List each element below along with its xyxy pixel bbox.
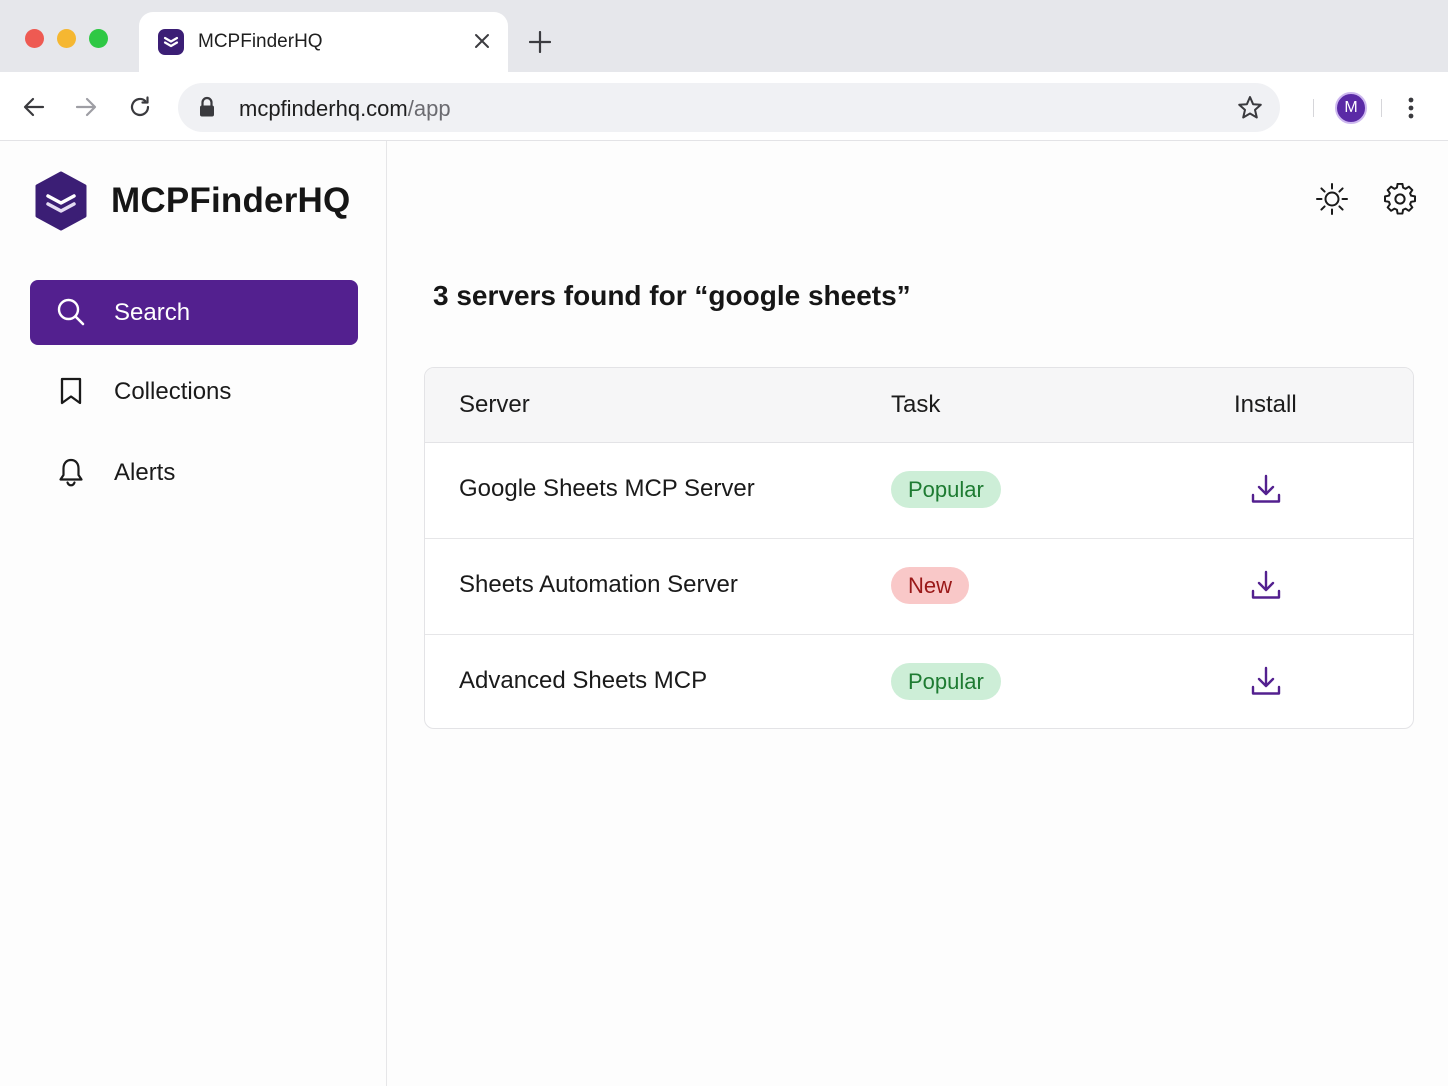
download-icon[interactable] (1247, 566, 1285, 604)
column-header-server: Server (459, 391, 530, 418)
plus-icon[interactable] (526, 28, 554, 56)
server-name: Google Sheets MCP Server (459, 475, 755, 502)
address-bar[interactable]: mcpfinderhq.com/app (178, 83, 1280, 132)
sidebar-item-search[interactable]: Search (30, 280, 358, 345)
sidebar-item-label: Search (114, 299, 191, 326)
star-icon[interactable] (1236, 94, 1264, 122)
tab-title: MCPFinderHQ (198, 31, 323, 52)
column-header-task: Task (891, 391, 941, 418)
toolbar-divider (1313, 99, 1314, 117)
download-icon[interactable] (1247, 662, 1285, 700)
url-path: /app (407, 96, 451, 121)
gear-icon[interactable] (1381, 180, 1419, 218)
lock-icon (198, 96, 216, 123)
table-header: Server Task Install (425, 368, 1413, 443)
sidebar-item-alerts[interactable]: Alerts (30, 440, 358, 505)
brand[interactable]: MCPFinderHQ (33, 171, 350, 231)
browser-tab[interactable]: MCPFinderHQ (139, 12, 508, 72)
logo-icon (35, 171, 87, 231)
browser-tab-strip: MCPFinderHQ (0, 0, 1448, 72)
sun-icon[interactable] (1313, 180, 1351, 218)
status-badge: Popular (891, 663, 1001, 700)
page-title: 3 servers found for “google sheets” (433, 280, 911, 311)
table-row[interactable]: Google Sheets MCP Server Popular (425, 443, 1413, 539)
toolbar-divider (1381, 99, 1382, 117)
url-host: mcpfinderhq.com (239, 96, 408, 121)
server-name: Advanced Sheets MCP (459, 667, 708, 694)
reload-icon[interactable] (125, 92, 155, 122)
table-row[interactable]: Advanced Sheets MCP Popular (425, 635, 1413, 728)
sidebar-item-label: Alerts (114, 459, 176, 486)
column-header-install: Install (1234, 391, 1297, 418)
more-vertical-icon[interactable] (1398, 92, 1424, 124)
shield-icon (158, 29, 184, 55)
close-icon[interactable] (469, 28, 495, 54)
status-badge: New (891, 567, 970, 604)
window-close-button[interactable] (25, 29, 44, 48)
sidebar-item-label: Collections (114, 378, 232, 405)
arrow-right-icon[interactable] (71, 92, 101, 122)
arrow-left-icon[interactable] (19, 92, 49, 122)
server-name: Sheets Automation Server (459, 571, 738, 598)
brand-name: MCPFinderHQ (111, 181, 351, 220)
sidebar: MCPFinderHQ Search Collections Alerts (0, 141, 387, 1086)
search-icon (57, 298, 85, 326)
bell-icon (59, 458, 83, 487)
sidebar-item-collections[interactable]: Collections (30, 359, 358, 424)
avatar[interactable]: M (1335, 92, 1367, 124)
window-maximize-button[interactable] (89, 29, 108, 48)
bookmark-icon (60, 377, 82, 405)
table-row[interactable]: Sheets Automation Server New (425, 539, 1413, 635)
main-content: 3 servers found for “google sheets” Serv… (388, 141, 1448, 1086)
results-table: Server Task Install Google Sheets MCP Se… (424, 367, 1414, 729)
url-text: mcpfinderhq.com/app (239, 96, 451, 122)
download-icon[interactable] (1247, 470, 1285, 508)
window-minimize-button[interactable] (57, 29, 76, 48)
browser-toolbar: mcpfinderhq.com/app M (0, 72, 1448, 141)
status-badge: Popular (891, 471, 1001, 508)
